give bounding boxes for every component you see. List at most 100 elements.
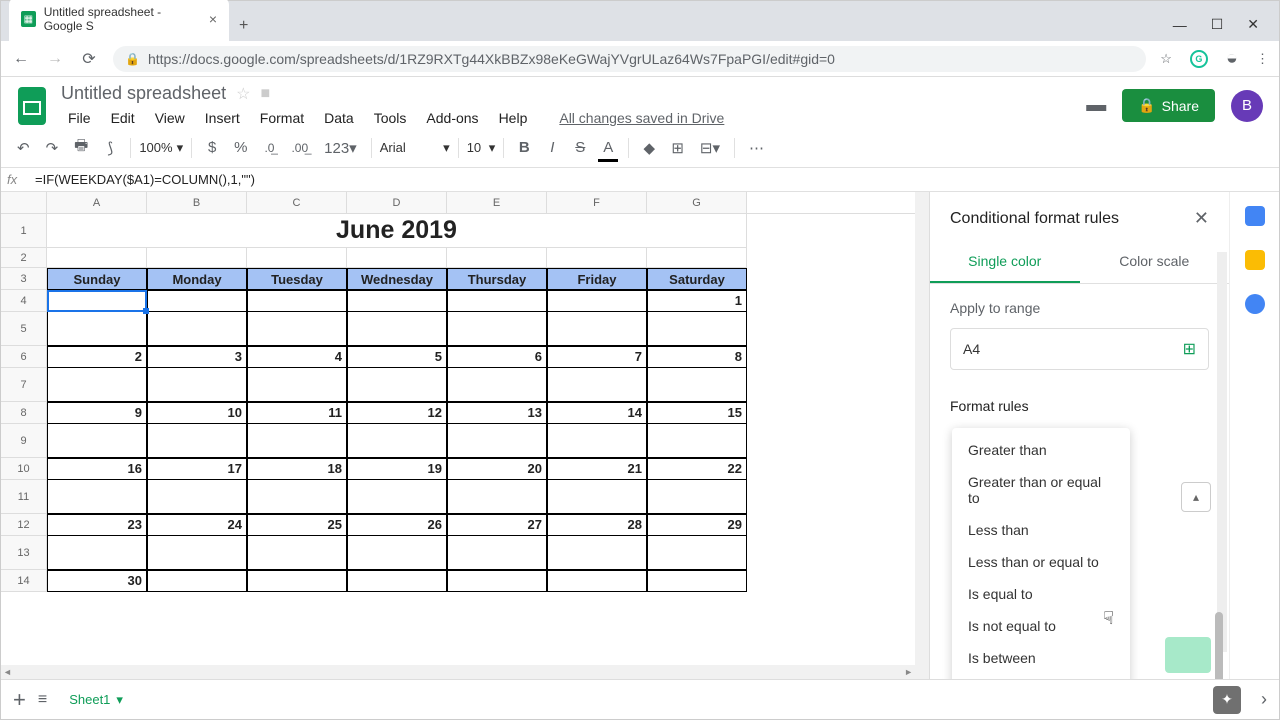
cell[interactable]: 21 [547, 458, 647, 480]
cell[interactable]: 18 [247, 458, 347, 480]
spreadsheet-grid[interactable]: A B C D E F G 1June 201923SundayMondayTu… [1, 192, 929, 679]
cell[interactable] [47, 248, 147, 268]
cell[interactable] [147, 424, 247, 458]
cell[interactable] [347, 570, 447, 592]
col-header[interactable]: B [147, 192, 247, 213]
italic-icon[interactable]: I [540, 135, 564, 160]
select-all-corner[interactable] [1, 192, 47, 213]
rule-option[interactable]: Is between [952, 642, 1130, 674]
rule-option[interactable]: Is not between [952, 674, 1130, 679]
cell[interactable] [647, 248, 747, 268]
cell[interactable]: 15 [647, 402, 747, 424]
doc-title[interactable]: Untitled spreadsheet [61, 83, 226, 104]
cell[interactable]: Sunday [47, 268, 147, 290]
cell[interactable]: 4 [247, 346, 347, 368]
rule-option[interactable]: Less than [952, 514, 1130, 546]
cell[interactable]: 6 [447, 346, 547, 368]
new-tab-button[interactable]: + [229, 11, 258, 41]
menu-insert[interactable]: Insert [198, 108, 247, 128]
explore-button[interactable] [1213, 686, 1241, 714]
col-header[interactable]: A [47, 192, 147, 213]
cell[interactable] [447, 312, 547, 346]
range-input[interactable]: A4 ⊞ [950, 328, 1209, 370]
tab-close-icon[interactable]: × [209, 11, 217, 27]
cell[interactable]: 24 [147, 514, 247, 536]
more-icon[interactable]: ⋯ [743, 135, 770, 161]
cell[interactable] [347, 248, 447, 268]
undo-icon[interactable]: ↶ [11, 135, 36, 161]
row-header[interactable]: 10 [1, 458, 47, 480]
cell[interactable]: 26 [347, 514, 447, 536]
row-header[interactable]: 2 [1, 248, 47, 268]
row-header[interactable]: 8 [1, 402, 47, 424]
panel-scrollbar[interactable] [1217, 252, 1227, 652]
col-header[interactable]: F [547, 192, 647, 213]
cell[interactable] [647, 312, 747, 346]
tab-single-color[interactable]: Single color [930, 241, 1080, 283]
cell[interactable] [547, 480, 647, 514]
formula-bar[interactable]: fx =IF(WEEKDAY($A1)=COLUMN(),1,"") [1, 168, 1279, 192]
all-sheets-icon[interactable]: ≡ [38, 691, 47, 709]
reload-icon[interactable]: ⟳ [79, 49, 99, 69]
vertical-scrollbar[interactable] [915, 192, 929, 679]
avatar[interactable]: B [1231, 90, 1263, 122]
cell[interactable]: Tuesday [247, 268, 347, 290]
cell[interactable]: 29 [647, 514, 747, 536]
cell[interactable]: Friday [547, 268, 647, 290]
cell[interactable] [347, 312, 447, 346]
share-button[interactable]: 🔒 Share [1122, 89, 1215, 122]
rules-select-caret[interactable]: ▴ [1181, 482, 1211, 512]
number-format-select[interactable]: 123▾ [318, 135, 363, 161]
cell[interactable] [547, 368, 647, 402]
rule-option[interactable]: Greater than or equal to [952, 466, 1130, 514]
col-header[interactable]: E [447, 192, 547, 213]
close-panel-icon[interactable]: ✕ [1194, 208, 1209, 229]
row-header[interactable]: 6 [1, 346, 47, 368]
cell[interactable]: 9 [47, 402, 147, 424]
print-icon[interactable]: 🖶 [68, 131, 94, 164]
cell[interactable]: 16 [47, 458, 147, 480]
cell[interactable] [547, 536, 647, 570]
folder-icon[interactable]: ■ [260, 85, 270, 103]
bookmark-icon[interactable]: ☆ [1160, 51, 1172, 67]
cell[interactable]: 25 [247, 514, 347, 536]
zoom-select[interactable]: 100% ▾ [139, 140, 183, 156]
cell[interactable] [247, 424, 347, 458]
row-header[interactable]: 11 [1, 480, 47, 514]
cell[interactable] [447, 248, 547, 268]
cell[interactable] [347, 480, 447, 514]
currency-icon[interactable]: $ [200, 135, 224, 160]
maximize-icon[interactable]: ☐ [1211, 16, 1224, 33]
cell[interactable] [147, 312, 247, 346]
comments-icon[interactable]: ▬ [1086, 94, 1106, 117]
browser-menu-icon[interactable]: ⋮ [1256, 51, 1269, 67]
horizontal-scrollbar[interactable] [1, 665, 915, 679]
forward-icon[interactable]: → [45, 50, 65, 68]
tasks-icon[interactable] [1245, 294, 1265, 314]
cell[interactable] [147, 570, 247, 592]
row-header[interactable]: 13 [1, 536, 47, 570]
text-color-icon[interactable]: A [596, 135, 620, 160]
col-header[interactable]: C [247, 192, 347, 213]
cell[interactable]: 2 [47, 346, 147, 368]
cell[interactable]: 23 [47, 514, 147, 536]
cell[interactable]: 17 [147, 458, 247, 480]
keep-icon[interactable] [1245, 250, 1265, 270]
menu-data[interactable]: Data [317, 108, 361, 128]
cell[interactable] [447, 290, 547, 312]
cell[interactable] [347, 368, 447, 402]
cell[interactable]: Monday [147, 268, 247, 290]
cell[interactable]: Wednesday [347, 268, 447, 290]
cell[interactable]: 19 [347, 458, 447, 480]
cell[interactable] [247, 290, 347, 312]
cell[interactable]: 30 [47, 570, 147, 592]
rule-option[interactable]: Is not equal to [952, 610, 1130, 642]
row-header[interactable]: 12 [1, 514, 47, 536]
cell[interactable] [147, 368, 247, 402]
cell[interactable] [47, 290, 147, 312]
cell[interactable]: 7 [547, 346, 647, 368]
cell[interactable]: 5 [347, 346, 447, 368]
cell[interactable]: 1 [647, 290, 747, 312]
row-header[interactable]: 5 [1, 312, 47, 346]
dropdown-scrollbar[interactable] [1215, 612, 1223, 679]
